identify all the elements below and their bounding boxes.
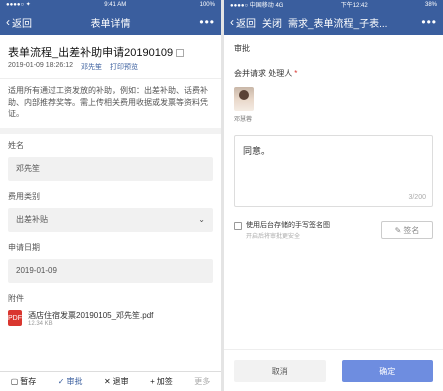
approve-label: 审批: [66, 377, 83, 386]
sign-button-label: 签名: [403, 225, 420, 235]
nav-bar: ‹ 返回 关闭 需求_表单流程_子表... •••: [224, 9, 443, 35]
field-label: 申请日期: [8, 242, 40, 252]
back-label: 返回: [12, 18, 32, 30]
handler-field: 会并请求 处理人 *: [224, 54, 443, 79]
chevron-left-icon: ‹: [6, 15, 10, 29]
save-icon: ▢: [10, 377, 19, 386]
field-name: 姓名 邓先笙: [0, 134, 221, 185]
battery-level: 38%: [424, 1, 437, 8]
attachment-item[interactable]: PDF 酒店住宿发票20190105_邓先笙.pdf 12.34 KB: [8, 310, 213, 327]
document-description: 适用所有通过工资发放的补助，例如：出差补助、话费补助、内部推荐奖等。需上传相关费…: [0, 78, 221, 128]
comment-textarea[interactable]: 同意。 3/200: [234, 135, 433, 207]
field-label: 费用类别: [8, 191, 40, 201]
more-menu-button[interactable]: •••: [199, 15, 215, 29]
sign-button[interactable]: ✎ 签名: [381, 221, 433, 239]
carrier-signal: ●●●●○ 中国移动 4G: [230, 3, 284, 9]
signature-row: 使用后台存储的手写签名图 开启后将审批更安全 ✎ 签名: [234, 221, 433, 240]
save-draft-button[interactable]: ▢ 暂存: [11, 376, 37, 387]
plus-icon: +: [150, 377, 155, 386]
signature-option-label: 使用后台存储的手写签名图: [246, 222, 330, 229]
apply-date-text: 2019-01-09: [16, 266, 57, 276]
required-marker: *: [294, 69, 298, 78]
carrier-signal: ●●●●○ ✦: [6, 2, 31, 8]
apply-date-value[interactable]: 2019-01-09: [8, 258, 213, 283]
confirm-button[interactable]: 确定: [341, 360, 433, 382]
more-actions-label: 更多: [194, 377, 211, 386]
pdf-file-icon: PDF: [8, 310, 22, 327]
save-draft-label: 暂存: [20, 377, 37, 386]
battery-level: 100%: [199, 1, 215, 8]
approve-button[interactable]: ✓ 审批: [58, 376, 83, 387]
approval-section-title: 审批: [234, 44, 250, 53]
more-actions-button[interactable]: 更多: [194, 376, 210, 387]
document-title-text: 表单流程_出差补助申请20190109: [8, 47, 174, 59]
document-datetime: 2019-01-09 18:26:12: [8, 62, 73, 69]
back-label: 返回: [236, 18, 256, 30]
return-button[interactable]: ✕ 退审: [104, 376, 129, 387]
page-title: 表单详情: [90, 18, 131, 30]
nav-bar: ‹ 返回 表单详情 •••: [0, 9, 221, 35]
attachment-section: 附件 PDF 酒店住宿发票20190105_邓先笙.pdf 12.34 KB: [0, 287, 221, 333]
author-link[interactable]: 邓先笙: [81, 62, 102, 72]
close-icon: ✕: [103, 377, 111, 386]
close-button[interactable]: 关闭: [262, 15, 282, 30]
use-signature-checkbox[interactable]: [234, 222, 242, 230]
attachment-file-size: 12.34 KB: [28, 320, 53, 327]
attachment-label: 附件: [8, 293, 24, 303]
return-label: 退审: [112, 377, 129, 386]
field-apply-date: 申请日期 2019-01-09: [0, 236, 221, 287]
document-meta: 2019-01-09 18:26:12 邓先笙 打印预览: [0, 62, 221, 78]
field-expense-type: 费用类别 出差补贴 ⌄: [0, 185, 221, 236]
add-sign-label: 加签: [156, 377, 173, 386]
status-bar: ●●●●○ 中国移动 4G 下午12:42 38%: [224, 0, 443, 9]
action-toolbar: ▢ 暂存 ✓ 审批 ✕ 退审 + 加签 更多: [0, 371, 221, 391]
dialog-footer: 取消 确定: [224, 349, 443, 391]
avatar-name: 邓慧蓉: [234, 117, 253, 123]
avatar: [234, 87, 254, 111]
edit-icon[interactable]: [176, 49, 185, 58]
chevron-left-icon: ‹: [230, 15, 234, 29]
comment-text: 同意。: [243, 146, 271, 156]
use-signature-option[interactable]: 使用后台存储的手写签名图 开启后将审批更安全: [234, 221, 330, 240]
status-bar: ●●●●○ ✦ 9:41 AM 100%: [0, 0, 221, 9]
expense-type-select[interactable]: 出差补贴 ⌄: [8, 207, 213, 232]
status-time: 9:41 AM: [104, 1, 127, 8]
handler-label: 会并请求 处理人: [234, 69, 293, 78]
expense-type-value: 出差补贴: [16, 215, 48, 225]
handler-avatar-item[interactable]: 邓慧蓉: [224, 79, 443, 131]
name-value: 邓先笙: [8, 156, 213, 181]
page-title: 需求_表单流程_子表...: [288, 18, 388, 30]
check-icon: ✓: [57, 377, 65, 386]
form-detail-screen: ●●●●○ ✦ 9:41 AM 100% ‹ 返回 表单详情 ••• 表单流程_…: [0, 0, 221, 391]
document-title: 表单流程_出差补助申请20190109: [0, 35, 221, 62]
cancel-button[interactable]: 取消: [234, 360, 326, 382]
chevron-down-icon: ⌄: [198, 215, 205, 225]
add-sign-button[interactable]: + 加签: [150, 376, 173, 387]
signature-option-hint: 开启后将审批更安全: [246, 233, 301, 240]
char-counter: 3/200: [408, 194, 426, 201]
back-button[interactable]: ‹ 返回: [230, 15, 256, 30]
pen-icon: ✎: [394, 225, 402, 235]
approval-screen: ●●●●○ 中国移动 4G 下午12:42 38% ‹ 返回 关闭 需求_表单流…: [224, 0, 443, 391]
attachment-file-name: 酒店住宿发票20190105_邓先笙.pdf: [28, 310, 154, 320]
status-time: 下午12:42: [340, 3, 368, 9]
print-preview-link[interactable]: 打印预览: [110, 62, 138, 72]
field-label: 姓名: [8, 140, 24, 150]
name-value-text: 邓先笙: [16, 164, 40, 174]
back-button[interactable]: ‹ 返回: [6, 15, 32, 30]
more-menu-button[interactable]: •••: [421, 15, 437, 29]
